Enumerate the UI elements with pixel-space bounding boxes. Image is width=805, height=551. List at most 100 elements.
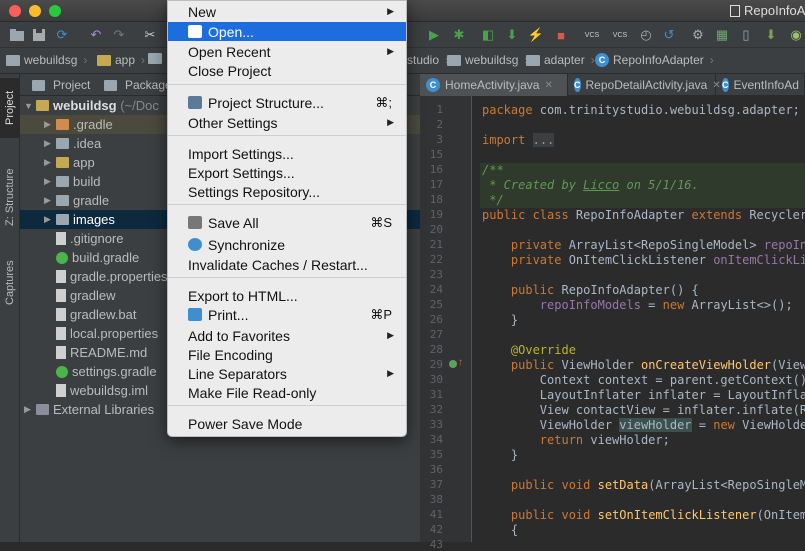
menu-shortcut: ⌘P [370,306,392,322]
implements-marker-icon[interactable]: ↑ [458,357,463,368]
breadcrumb-class[interactable]: C RepoInfoAdapter › [595,53,714,67]
tab-event-info-adapter[interactable]: C EventInfoAd [716,74,805,96]
save-icon[interactable] [31,27,47,43]
class-icon: C [722,78,729,92]
settings-icon[interactable]: ⚙ [690,27,706,43]
line-number: 27 [429,328,443,341]
menu-item-export-to-html[interactable]: Export to HTML... [168,286,406,305]
stop-icon[interactable]: ■ [553,27,569,43]
expand-arrow-icon[interactable]: ▶ [44,119,56,130]
menu-item-label: Export Settings... [188,164,295,181]
tree-item-label: build [73,174,101,189]
menu-item-close-project[interactable]: Close Project [168,61,406,80]
expand-arrow-icon[interactable]: ▶ [44,138,56,149]
breadcrumb-studio[interactable]: studio› [407,53,449,67]
tree-item-label: local.properties [70,326,159,341]
expand-arrow-icon[interactable]: ▼ [24,101,36,111]
breadcrumb-app[interactable]: app › [97,53,145,67]
file-icon [56,308,66,321]
menu-item-make-file-read-only[interactable]: Make File Read-only [168,383,406,402]
code-line: private ArrayList<RepoSingleModel> repoI… [510,238,805,252]
breadcrumb-partial[interactable] [148,53,162,64]
line-number: 22 [429,253,443,266]
coverage-icon[interactable]: ◧ [480,27,496,43]
menu-item-label: Open Recent [188,43,271,60]
expand-arrow-icon[interactable]: ▶ [24,404,36,415]
close-window-button[interactable] [9,5,21,17]
line-number: 30 [429,373,443,386]
line-number: 42 [429,523,443,536]
expand-arrow-icon[interactable]: ▶ [44,176,56,187]
line-number: 17 [429,178,443,191]
tool-tab-captures[interactable]: Captures [0,250,20,316]
tab-repo-detail-activity[interactable]: C RepoDetailActivity.java ✕ [568,74,721,96]
history-icon[interactable]: ◴ [638,27,654,43]
file-menu: New ▶ Open... Open Recent ▶ Close Project Proj… [167,0,407,437]
breadcrumb-adapter[interactable]: adapter › [526,53,595,67]
code-editor[interactable]: package com.trinitystudio.webuildsg.adap… [472,96,805,542]
menu-item-power-save-mode[interactable]: Power Save Mode [168,414,406,433]
menu-item-open-recent[interactable]: Open Recent ▶ [168,42,406,61]
chevron-right-icon: › [709,53,714,67]
menu-item-synchronize[interactable]: Synchronize [168,235,406,254]
override-marker-icon[interactable] [449,360,457,368]
breadcrumb-root[interactable]: webuildsg › [6,53,87,67]
code-line: * Created by Licco on 5/1/16. [482,178,699,192]
revert-icon[interactable]: ↺ [661,27,677,43]
menu-item-import-settings[interactable]: Import Settings... [168,144,406,163]
android-monitor-icon[interactable]: ◉ [788,27,804,43]
tab-home-activity[interactable]: C HomeActivity.java ✕ [420,74,568,96]
sync-icon[interactable]: ⟳ [54,27,70,43]
menu-separator [168,405,406,406]
debug-icon[interactable]: ✱ [451,27,467,43]
file-icon [56,270,66,283]
menu-item-project-structure[interactable]: Project Structure... ⌘; [168,93,406,112]
menu-item-settings-repository[interactable]: Settings Repository... [168,182,406,201]
expand-arrow-icon[interactable]: ▶ [44,214,56,225]
vcs-commit-icon[interactable]: VCS [612,27,628,43]
folder-icon [6,54,20,66]
left-tool-strip: Project Z: Structure Captures [0,74,20,542]
vcs-update-icon[interactable]: VCS [584,27,600,43]
menu-item-label: Open... [208,23,254,40]
tool-tab-structure[interactable]: Z: Structure [0,154,20,240]
redo-icon[interactable]: ↷ [111,27,127,43]
tree-item-label: gradle [73,193,110,208]
project-structure-icon[interactable]: ▦ [714,27,730,43]
tool-tab-project[interactable]: Project [0,78,20,138]
zoom-window-button[interactable] [49,5,61,17]
menu-item-file-encoding[interactable]: File Encoding [168,345,406,364]
breadcrumb-webuildsg[interactable]: webuildsg› [447,53,528,67]
avd-manager-icon[interactable]: ▯ [738,27,754,43]
menu-item-line-separators[interactable]: Line Separators ▶ [168,364,406,383]
menu-item-print[interactable]: Print... ⌘P [168,305,406,324]
menu-item-invalidate-caches-restart[interactable]: Invalidate Caches / Restart... [168,255,406,274]
line-number: 31 [429,388,443,401]
menu-item-export-settings[interactable]: Export Settings... [168,163,406,182]
menu-item-other-settings[interactable]: Other Settings ▶ [168,113,406,132]
menu-item-open[interactable]: Open... [168,22,406,41]
open-folder-icon[interactable] [9,27,25,43]
instant-run-icon[interactable]: ⚡ [528,27,544,43]
menu-item-add-to-favorites[interactable]: Add to Favorites ▶ [168,326,406,345]
expand-arrow-icon[interactable]: ▶ [44,195,56,206]
close-tab-icon[interactable]: ✕ [544,80,552,91]
cut-icon[interactable]: ✂ [142,27,158,43]
menu-item-save-all[interactable]: Save All ⌘S [168,213,406,232]
minimize-window-button[interactable] [29,5,41,17]
tree-item-label: settings.gradle [72,364,157,379]
file-icon [56,327,66,340]
undo-icon[interactable]: ↶ [88,27,104,43]
menu-item-new[interactable]: New ▶ [168,2,406,21]
menu-item-label: Settings Repository... [188,183,321,200]
tree-item-label: build.gradle [72,250,140,265]
menu-separator [168,135,406,136]
panel-tab-project[interactable]: Project [32,78,90,92]
sdk-manager-icon[interactable]: ⬇ [763,27,779,43]
class-icon: C [595,53,609,67]
run-icon[interactable]: ▶ [426,27,442,43]
expand-arrow-icon[interactable]: ▶ [44,157,56,168]
attach-debugger-icon[interactable]: ⬇ [504,27,520,43]
tree-item-label: .gradle [73,117,113,132]
code-line: public void setOnItemClickListener(OnIte… [510,508,805,522]
